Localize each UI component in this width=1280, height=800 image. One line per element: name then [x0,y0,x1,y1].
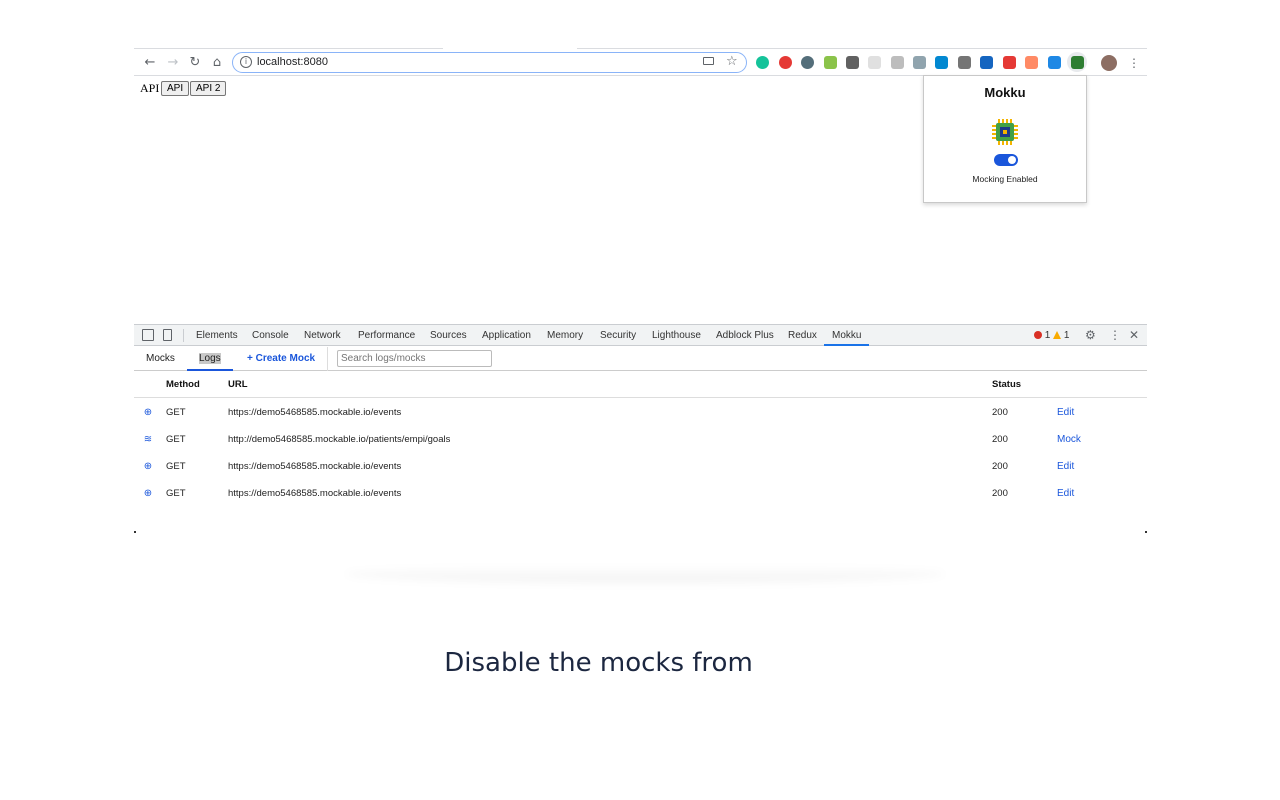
row-status: 200 [992,407,1008,418]
error-counter[interactable]: 1 1 [1034,325,1069,346]
blank-extension-icon[interactable] [868,56,881,69]
row-url: http://demo5468585.mockable.io/patients/… [228,434,451,445]
grammarly-icon[interactable] [756,56,769,69]
window-shadow [345,565,945,583]
mocked-chip-icon: ⊕ [143,488,153,499]
column-status: Status [992,379,1022,390]
drive-icon[interactable] [958,56,971,69]
table-row[interactable]: ⊕ GET https://demo5468585.mockable.io/ev… [134,480,1147,507]
edit-link[interactable]: Edit [1057,480,1074,507]
mock-link[interactable]: Mock [1057,426,1081,453]
address-url[interactable]: localhost:8080 [257,56,328,68]
tab-performance[interactable]: Performance [358,325,415,346]
edit-link[interactable]: Edit [1057,453,1074,480]
bookmark-star-icon[interactable]: ☆ [726,54,738,70]
inbox-icon[interactable] [824,56,837,69]
api-button[interactable]: API [161,81,190,96]
tab-logs[interactable]: Logs [187,347,233,371]
row-method: GET [166,488,186,499]
mokku-popup: Mokku Mocking Enabled [923,75,1087,203]
tab-strip [134,48,1147,49]
network-wifi-icon: ≋ [143,434,153,445]
row-status: 200 [992,434,1008,445]
row-method: GET [166,461,186,472]
mokku-toolbar: Mocks Logs + Create Mock [134,347,1147,371]
window-corner-left [134,531,136,533]
settings-gear-icon[interactable]: ⚙ [1085,325,1096,346]
tab-mokku[interactable]: Mokku [824,325,870,346]
news-icon[interactable] [801,56,814,69]
compass-icon[interactable] [913,56,926,69]
face-icon[interactable] [1025,56,1038,69]
window-corner-right [1145,531,1147,533]
row-url: https://demo5468585.mockable.io/events [228,407,402,418]
column-method: Method [166,379,200,390]
tab-elements[interactable]: Elements [196,325,238,346]
docker-icon[interactable] [935,56,948,69]
table-row[interactable]: ⊕ GET https://demo5468585.mockable.io/ev… [134,453,1147,480]
table-row[interactable]: ≋ GET http://demo5468585.mockable.io/pat… [134,426,1147,453]
mokku-icon[interactable] [1071,56,1084,69]
row-method: GET [166,407,186,418]
device-toggle-icon[interactable] [163,329,172,341]
address-bar[interactable]: i localhost:8080 ☆ [232,52,747,73]
devtools-panel: Elements Console Network Performance Sources… [134,324,1147,582]
mokku-chip-icon [992,119,1018,145]
bookmark-icon[interactable] [980,56,993,69]
logs-table-header: Method URL Status [134,372,1147,398]
tab-security[interactable]: Security [600,325,636,346]
warning-icon [1053,331,1062,339]
row-status: 200 [992,488,1008,499]
row-url: https://demo5468585.mockable.io/events [228,488,402,499]
eyedropper-icon[interactable] [846,56,859,69]
mocked-chip-icon: ⊕ [143,461,153,472]
popup-title: Mokku [984,85,1026,100]
reload-icon[interactable]: ↻ [187,55,203,71]
tab-redux[interactable]: Redux [788,325,817,346]
forward-arrow-icon[interactable]: → [165,55,181,71]
toggle-knob [1008,156,1016,164]
home-icon[interactable]: ⌂ [209,55,225,71]
table-row[interactable]: ⊕ GET https://demo5468585.mockable.io/ev… [134,399,1147,426]
cast-icon[interactable] [703,57,714,65]
mocking-status-label: Mocking Enabled [972,174,1038,184]
close-devtools-icon[interactable]: ✕ [1129,325,1139,346]
row-status: 200 [992,461,1008,472]
youtube-icon[interactable] [1003,56,1016,69]
row-method: GET [166,434,186,445]
create-mock-button[interactable]: + Create Mock [247,347,315,371]
info-icon[interactable]: i [240,56,252,68]
browser-toolbar: ← → ↻ ⌂ i localhost:8080 ☆ ⋮ [134,50,1147,76]
profile-avatar[interactable] [1101,55,1117,71]
edit-note-icon[interactable] [1048,56,1061,69]
tab-lighthouse[interactable]: Lighthouse [652,325,701,346]
api-2-button[interactable]: API 2 [190,81,227,96]
tab-application[interactable]: Application [482,325,531,346]
tab-mocks[interactable]: Mocks [146,347,175,371]
tab-network[interactable]: Network [304,325,341,346]
edit-link[interactable]: Edit [1057,399,1074,426]
column-url: URL [228,379,248,390]
tab-sources[interactable]: Sources [430,325,467,346]
mocked-chip-icon: ⊕ [143,407,153,418]
inspect-element-icon[interactable] [142,329,154,341]
tab-memory[interactable]: Memory [547,325,583,346]
back-arrow-icon[interactable]: ← [142,55,158,71]
clock-icon[interactable] [891,56,904,69]
row-url: https://demo5468585.mockable.io/events [228,461,402,472]
browser-window: ← → ↻ ⌂ i localhost:8080 ☆ ⋮ API API API… [134,48,1147,582]
error-icon [1034,331,1042,339]
devtools-tab-bar: Elements Console Network Performance Sources… [134,325,1147,346]
page-api-text: API [140,81,160,95]
search-input[interactable] [337,350,492,367]
adblock-plus-icon[interactable] [779,56,792,69]
tab-adblock-plus[interactable]: Adblock Plus [716,325,774,346]
devtools-menu-icon[interactable]: ⋮ [1109,325,1121,346]
browser-menu-icon[interactable]: ⋮ [1128,54,1140,72]
mocking-toggle[interactable] [994,154,1018,166]
slide-caption: Disable the mocks from [444,648,753,678]
tab-console[interactable]: Console [252,325,289,346]
